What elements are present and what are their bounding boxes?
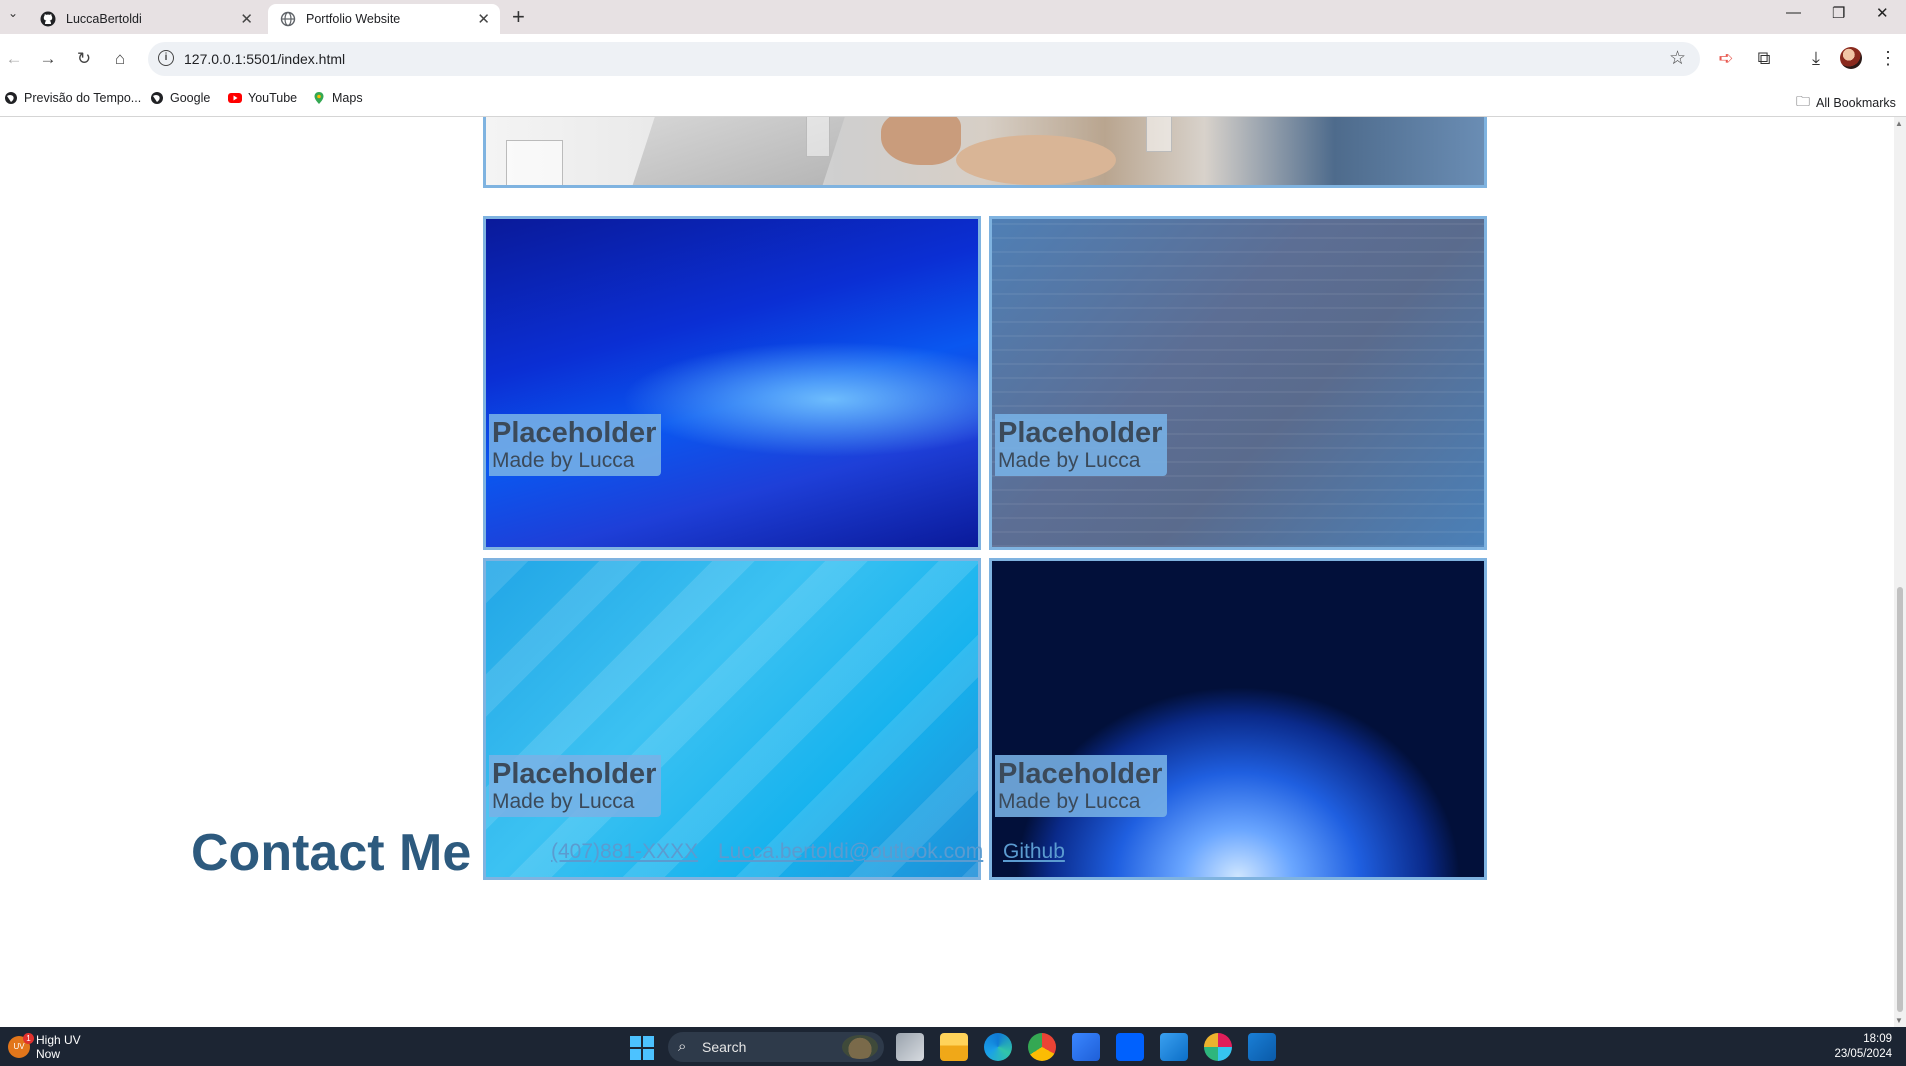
windows-start-icon[interactable] <box>630 1036 654 1060</box>
project-image <box>486 219 978 547</box>
bookmark-label: Previsão do Tempo... <box>24 91 142 105</box>
search-label: Search <box>702 1039 747 1055</box>
file-explorer-icon[interactable] <box>940 1033 968 1061</box>
card-title: Placeholder <box>492 417 657 449</box>
card-subtitle: Made by Lucca <box>492 449 635 472</box>
card-caption: Placeholder Made by Lucca <box>995 755 1168 817</box>
github-icon <box>40 11 56 27</box>
tab-title: LuccaBertoldi <box>66 12 142 26</box>
youtube-icon <box>228 93 242 103</box>
folder-icon: 🗀 <box>1796 93 1810 109</box>
card-caption: Placeholder Made by Lucca <box>995 414 1168 476</box>
site-info-icon[interactable]: i <box>158 50 174 66</box>
card-subtitle: Made by Lucca <box>998 449 1141 472</box>
card-title: Placeholder <box>492 758 657 790</box>
vscode-icon[interactable] <box>1160 1033 1188 1061</box>
bookmark-item[interactable]: YouTube <box>228 91 297 105</box>
scroll-up-icon[interactable]: ▲ <box>1895 119 1903 128</box>
forward-icon[interactable]: → <box>36 47 60 71</box>
project-image <box>486 561 978 877</box>
notification-badge: 1 <box>23 1033 34 1044</box>
search-highlight-image <box>842 1035 878 1059</box>
new-tab-button[interactable]: + <box>512 4 525 30</box>
tab-luccabertoldi[interactable]: LuccaBertoldi ✕ <box>28 4 263 34</box>
phone-link[interactable]: (407)881-XXXX <box>551 840 698 864</box>
slack-icon[interactable] <box>1204 1033 1232 1061</box>
maps-icon <box>314 92 324 104</box>
edge-icon[interactable] <box>984 1033 1012 1061</box>
outlook-icon[interactable] <box>1248 1033 1276 1061</box>
contact-heading: Contact Me <box>191 824 472 882</box>
bookmark-label: YouTube <box>248 91 298 105</box>
back-icon[interactable]: ← <box>2 47 26 71</box>
tab-search-button[interactable]: ⌄ <box>3 6 23 26</box>
bookmark-star-icon[interactable]: ☆ <box>1669 47 1686 70</box>
project-card[interactable]: Placeholder Made by Lucca <box>483 558 981 880</box>
project-card[interactable]: Placeholder Made by Lucca <box>989 216 1487 550</box>
all-bookmarks-button[interactable]: 🗀 All Bookmarks <box>1796 91 1896 115</box>
dropbox-icon[interactable] <box>1116 1033 1144 1061</box>
bookmark-item[interactable]: Previsão do Tempo... <box>4 91 141 105</box>
project-card[interactable]: Placeholder Made by Lucca <box>989 558 1487 880</box>
minimize-icon[interactable]: — <box>1786 4 1801 21</box>
scrollbar-thumb[interactable] <box>1897 587 1903 1012</box>
tab-portfolio-website[interactable]: Portfolio Website ✕ <box>268 4 500 34</box>
card-subtitle: Made by Lucca <box>492 790 635 813</box>
store-icon[interactable] <box>1072 1033 1100 1061</box>
project-card[interactable]: Placeholder Made by Lucca <box>483 216 981 550</box>
globe-icon <box>151 92 163 104</box>
weather-label: High UV <box>36 1033 81 1047</box>
bookmark-item[interactable]: Google <box>150 91 210 105</box>
chrome-icon[interactable] <box>1028 1033 1056 1061</box>
card-caption: Placeholder Made by Lucca <box>489 755 662 817</box>
project-image <box>992 219 1484 547</box>
bookmark-label: Google <box>170 91 211 105</box>
system-clock[interactable]: 18:09 23/05/2024 <box>1834 1032 1892 1062</box>
close-icon[interactable]: ✕ <box>240 10 253 28</box>
download-icon[interactable]: ⤓ <box>1802 44 1830 72</box>
page-viewport: Placeholder Made by Lucca Placeholder Ma… <box>0 117 1894 1027</box>
bookmark-item[interactable]: Maps <box>312 91 363 105</box>
taskbar-search[interactable]: ⌕ Search <box>668 1032 884 1062</box>
github-link[interactable]: Github <box>1003 840 1065 864</box>
tab-title: Portfolio Website <box>306 12 401 26</box>
close-icon[interactable]: ✕ <box>477 10 490 28</box>
globe-icon <box>280 11 296 27</box>
globe-icon <box>5 92 17 104</box>
weather-widget[interactable]: UV 1 High UV Now <box>8 1033 81 1061</box>
url-text[interactable]: 127.0.0.1:5501/index.html <box>184 51 345 67</box>
extensions-puzzle-icon[interactable]: ⧉ <box>1750 44 1778 72</box>
scroll-down-icon[interactable]: ▼ <box>1895 1016 1903 1025</box>
all-bookmarks-label: All Bookmarks <box>1816 96 1896 110</box>
clock-time: 18:09 <box>1863 1033 1892 1045</box>
address-bar[interactable]: i 127.0.0.1:5501/index.html ☆ <box>148 42 1700 76</box>
reload-icon[interactable]: ↻ <box>72 47 96 71</box>
windows-taskbar: UV 1 High UV Now ⌕ Search 18:09 23/05/202… <box>0 1027 1906 1066</box>
page-scrollbar[interactable]: ▲ ▼ <box>1894 117 1906 1027</box>
browser-toolbar: ← → ↻ ⌂ i 127.0.0.1:5501/index.html ☆ ➪ … <box>0 34 1906 84</box>
bookmark-label: Maps <box>332 91 363 105</box>
weather-time: Now <box>36 1047 61 1061</box>
project-image <box>992 561 1484 877</box>
restore-icon[interactable]: ❐ <box>1832 4 1845 22</box>
search-icon: ⌕ <box>678 1038 687 1055</box>
hero-image <box>483 117 1487 188</box>
bookmarks-bar: Previsão do Tempo... Google YouTube Maps… <box>0 84 1906 117</box>
card-title: Placeholder <box>998 758 1163 790</box>
window-close-icon[interactable]: ✕ <box>1876 4 1889 22</box>
card-caption: Placeholder Made by Lucca <box>489 414 662 476</box>
extension-icon[interactable]: ➪ <box>1712 44 1740 72</box>
menu-kebab-icon[interactable]: ⋮ <box>1874 44 1902 72</box>
email-link[interactable]: Lucca.bertoldi@outlook.com <box>718 840 983 864</box>
clock-date: 23/05/2024 <box>1834 1048 1892 1060</box>
task-view-icon[interactable] <box>896 1033 924 1061</box>
card-title: Placeholder <box>998 417 1163 449</box>
tab-strip: ⌄ LuccaBertoldi ✕ Portfolio Website ✕ + … <box>0 0 1906 34</box>
profile-avatar[interactable] <box>1840 47 1862 69</box>
uv-sun-icon: UV 1 <box>8 1033 34 1058</box>
home-icon[interactable]: ⌂ <box>108 47 132 71</box>
card-subtitle: Made by Lucca <box>998 790 1141 813</box>
